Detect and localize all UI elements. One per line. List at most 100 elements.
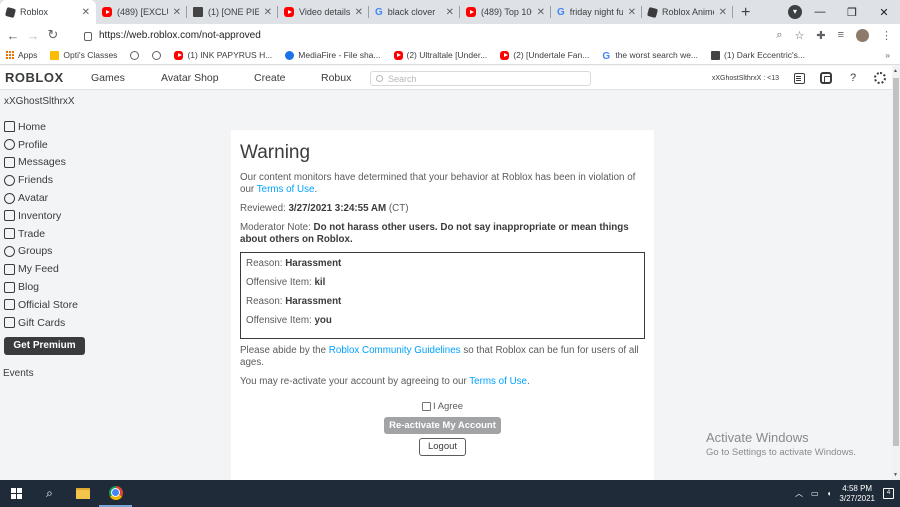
bookmarks-overflow-icon[interactable]: »: [885, 50, 890, 60]
account-name[interactable]: xXGhostSlthrxX : <13: [712, 75, 779, 82]
close-tab-icon[interactable]: ✕: [537, 7, 545, 18]
network-icon[interactable]: ▭: [811, 489, 819, 498]
search-input[interactable]: Search: [370, 71, 591, 86]
tab-video-details[interactable]: Video details ✕: [278, 0, 369, 24]
sidebar-item-home[interactable]: Home: [0, 118, 90, 136]
new-tab-button[interactable]: +: [741, 4, 750, 22]
sidebar-item-messages[interactable]: Messages: [0, 154, 90, 172]
agree-checkbox[interactable]: [421, 402, 431, 411]
youtube-icon: [174, 50, 184, 60]
sidebar-item-inventory[interactable]: Inventory: [0, 207, 90, 225]
bookmark-label: (1) Dark Eccentric's...: [724, 50, 805, 60]
close-tab-icon[interactable]: ✕: [82, 7, 90, 18]
sidebar-item-official-store[interactable]: Official Store: [0, 296, 90, 314]
close-tab-icon[interactable]: ✕: [719, 7, 727, 18]
google-icon: G: [375, 6, 383, 18]
chrome-taskbar-button[interactable]: [99, 480, 132, 507]
sidebar-item-friends[interactable]: Friends: [0, 171, 90, 189]
windows-taskbar: ⌕ ︿ ▭ ◖ 4:58 PM 3/27/2021 4: [0, 480, 900, 507]
tab-friday-night[interactable]: G friday night fu ✕: [551, 0, 642, 24]
home-icon: [4, 121, 15, 133]
reload-icon[interactable]: ↻: [43, 27, 63, 43]
tab-title: Video details: [299, 7, 350, 17]
tab-roblox[interactable]: Roblox ✕: [0, 0, 96, 24]
sidebar-events[interactable]: Events: [0, 355, 90, 379]
sidebar-item-groups[interactable]: Groups: [0, 243, 90, 261]
bookmark-globe-1[interactable]: [130, 50, 140, 60]
menu-dots-icon[interactable]: ⋮: [881, 29, 892, 42]
close-tab-icon[interactable]: ✕: [446, 7, 454, 18]
help-icon[interactable]: ?: [846, 71, 860, 85]
bookmark-ink-papyrus[interactable]: (1) INK PAPYRUS H...: [174, 50, 272, 60]
clock[interactable]: 4:58 PM 3/27/2021: [839, 484, 875, 504]
extensions-icon[interactable]: ✚: [816, 29, 825, 42]
tab-black-clover[interactable]: G black clover ✕: [369, 0, 460, 24]
roblox-logo[interactable]: ROBLOX: [5, 70, 91, 85]
tab-roblox-anime[interactable]: Roblox Anime ✕: [642, 0, 733, 24]
tab-one-piece[interactable]: (1) [ONE PIEC ✕: [187, 0, 278, 24]
logout-button[interactable]: Logout: [419, 438, 466, 456]
chat-list-icon[interactable]: [792, 71, 806, 85]
address-bar[interactable]: https://web.roblox.com/not-approved: [84, 26, 808, 44]
bookmark-star-icon[interactable]: ☆: [794, 29, 804, 42]
search-icon[interactable]: ⌕: [776, 29, 782, 42]
robux-icon[interactable]: [819, 71, 833, 85]
close-tab-icon[interactable]: ✕: [628, 7, 636, 18]
bookmark-classes[interactable]: Opti's Classes: [50, 50, 117, 60]
notifications-icon[interactable]: 4: [883, 488, 894, 499]
volume-icon[interactable]: ◖: [827, 489, 832, 498]
sidebar-username[interactable]: xXGhostSlthrxX: [0, 90, 90, 118]
minimize-icon[interactable]: —: [804, 6, 836, 18]
sidebar-item-trade[interactable]: Trade: [0, 225, 90, 243]
bookmark-globe-2[interactable]: [152, 50, 162, 60]
abide-prefix: Please abide by the: [240, 345, 327, 356]
nav-games[interactable]: Games: [91, 72, 161, 84]
violation-intro: Our content monitors have determined tha…: [240, 172, 636, 195]
tab-youtube-1[interactable]: (489) [EXCLU ✕: [96, 0, 187, 24]
roblox-icon: [4, 6, 17, 18]
community-guidelines-link[interactable]: Roblox Community Guidelines: [329, 345, 461, 356]
scroll-up-icon[interactable]: ▲: [893, 68, 898, 74]
close-tab-icon[interactable]: ✕: [264, 7, 272, 18]
bookmark-apps[interactable]: Apps: [6, 50, 37, 60]
close-window-icon[interactable]: ✕: [868, 6, 900, 19]
sidebar-item-blog[interactable]: Blog: [0, 278, 90, 296]
sidebar-item-avatar[interactable]: Avatar: [0, 189, 90, 207]
reactivate-account-button[interactable]: Re-activate My Account: [384, 417, 501, 434]
bookmark-mediafire[interactable]: MediaFire - File sha...: [285, 50, 381, 60]
reading-list-icon[interactable]: ≡: [838, 29, 844, 41]
tray-chevron-icon[interactable]: ︿: [795, 488, 803, 499]
bookmark-undertale[interactable]: (2) [Undertale Fan...: [500, 50, 589, 60]
page-scrollbar[interactable]: ▲ ▼: [892, 66, 900, 480]
taskbar-search-icon[interactable]: ⌕: [33, 480, 66, 507]
agree-label[interactable]: I Agree: [433, 401, 463, 412]
scroll-down-icon[interactable]: ▼: [893, 472, 898, 478]
sidebar-item-profile[interactable]: Profile: [0, 136, 90, 154]
nav-robux[interactable]: Robux: [321, 72, 351, 84]
back-arrow-icon[interactable]: ←: [3, 28, 23, 43]
get-premium-button[interactable]: Get Premium: [4, 336, 85, 355]
tab-search-icon[interactable]: ▾: [788, 5, 802, 19]
bookmark-dark-eccentric[interactable]: (1) Dark Eccentric's...: [711, 50, 805, 60]
nav-create[interactable]: Create: [254, 72, 321, 84]
close-tab-icon[interactable]: ✕: [173, 7, 181, 18]
clock-date: 3/27/2021: [839, 493, 875, 503]
forward-arrow-icon[interactable]: →: [23, 28, 43, 43]
bookmark-ultraltale[interactable]: (2) Ultraltale [Under...: [393, 50, 487, 60]
profile-avatar[interactable]: [856, 28, 869, 42]
scrollbar-thumb[interactable]: [893, 78, 899, 446]
start-button[interactable]: [0, 480, 33, 507]
sidebar-item-my-feed[interactable]: My Feed: [0, 260, 90, 278]
settings-gear-icon[interactable]: [873, 71, 887, 85]
sidebar-item-gift-cards[interactable]: Gift Cards: [0, 314, 90, 332]
terms-of-use-link-2[interactable]: Terms of Use: [469, 376, 527, 387]
nav-avatar-shop[interactable]: Avatar Shop: [161, 72, 254, 84]
file-explorer-button[interactable]: [66, 480, 99, 507]
close-tab-icon[interactable]: ✕: [355, 7, 363, 18]
restore-icon[interactable]: ❐: [836, 6, 868, 19]
bookmark-worst-search[interactable]: G the worst search we...: [602, 50, 698, 62]
terms-of-use-link[interactable]: Terms of Use: [257, 184, 315, 195]
groups-icon: [4, 245, 15, 257]
tab-youtube-2[interactable]: (489) Top 100 ✕: [460, 0, 551, 24]
agree-row: I Agree: [240, 401, 645, 412]
